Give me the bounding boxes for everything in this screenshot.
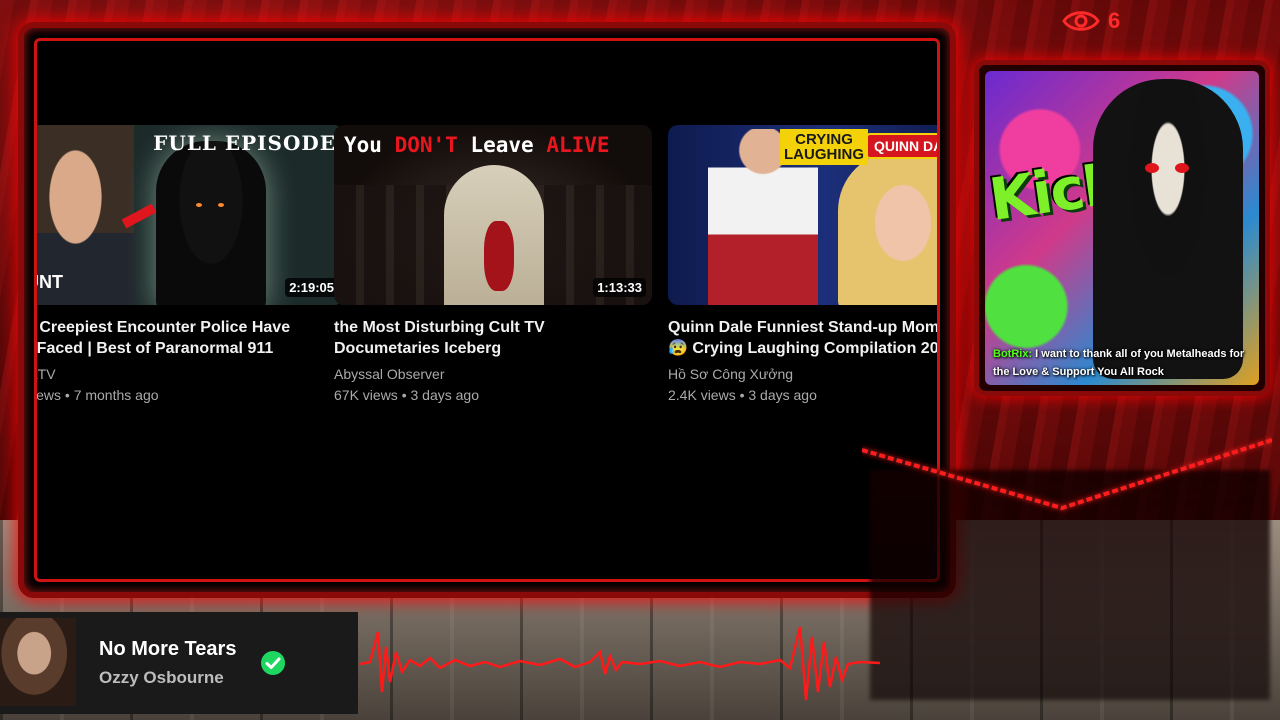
now-playing-widget: No More Tears Ozzy Osbourne	[0, 612, 358, 714]
album-art	[0, 618, 76, 706]
video-card-2[interactable]: You DON'T Leave ALIVE 1:13:33 the Most D…	[334, 125, 652, 406]
video-channel[interactable]: Abyssal Observer	[334, 364, 652, 384]
video-title[interactable]: the Most Disturbing Cult TV Documetaries…	[334, 317, 652, 359]
video-card-1[interactable]: FULL EPISODE UNT 2:19:05 e Creepiest Enc…	[34, 125, 344, 406]
video-meta: 67K views • 3 days ago	[334, 387, 479, 403]
video-title[interactable]: e Creepiest Encounter Police Have r Face…	[37, 317, 344, 359]
video-duration: 2:19:05	[285, 278, 338, 297]
video-row: FULL EPISODE UNT 2:19:05 e Creepiest Enc…	[34, 125, 937, 425]
video-meta: views • 7 months ago	[34, 387, 159, 403]
thumbnail-channel-logo: UNT	[37, 272, 63, 292]
thumbnail-headline: You DON'T Leave ALIVE	[344, 133, 610, 157]
video-thumbnail-3[interactable]: CRYING LAUGHING QUINN DA	[668, 125, 937, 305]
song-title: No More Tears	[99, 638, 237, 660]
youtube-feed: FULL EPISODE UNT 2:19:05 e Creepiest Enc…	[34, 38, 940, 582]
chat-username: BotRix:	[993, 348, 1033, 360]
thumbnail-badge-name: QUINN DA	[866, 133, 937, 159]
video-title[interactable]: Quinn Dale Funniest Stand-up Mom 😰 Cryin…	[668, 317, 937, 359]
audio-waveform	[360, 626, 880, 701]
thumbnail-woman	[838, 151, 937, 305]
neon-box-outline	[862, 438, 1272, 511]
check-circle-icon	[261, 651, 285, 675]
kick-graffiti-art: KicK F BotRix: I want to thank all of yo…	[985, 71, 1259, 385]
viewer-count: 6	[1062, 6, 1120, 36]
video-thumbnail-2[interactable]: You DON'T Leave ALIVE 1:13:33	[334, 125, 652, 305]
eye-icon	[1062, 11, 1100, 31]
main-screen-frame: FULL EPISODE UNT 2:19:05 e Creepiest Enc…	[18, 22, 956, 598]
video-meta: 2.4K views • 3 days ago	[668, 387, 817, 403]
thumbnail-blood	[484, 221, 514, 291]
reaper-skull-icon	[1093, 79, 1243, 379]
video-duration: 1:13:33	[593, 278, 646, 297]
thumbnail-badge-text: FULL EPISODE	[153, 131, 336, 155]
video-card-3[interactable]: CRYING LAUGHING QUINN DA Quinn Dale Funn…	[668, 125, 937, 406]
chat-message: BotRix: I want to thank all of you Metal…	[993, 345, 1253, 381]
song-artist: Ozzy Osbourne	[99, 668, 224, 687]
thumbnail-badge-crying: CRYING LAUGHING	[780, 129, 868, 165]
video-channel[interactable]: ntTV	[37, 364, 344, 384]
side-panel-frame: KicK F BotRix: I want to thank all of yo…	[974, 60, 1270, 396]
viewer-count-value: 6	[1108, 8, 1121, 33]
thumbnail-ghost-figure	[156, 141, 266, 305]
video-thumbnail-1[interactable]: FULL EPISODE UNT 2:19:05	[37, 125, 344, 305]
video-channel[interactable]: Hồ Sơ Công Xưởng	[668, 364, 937, 384]
